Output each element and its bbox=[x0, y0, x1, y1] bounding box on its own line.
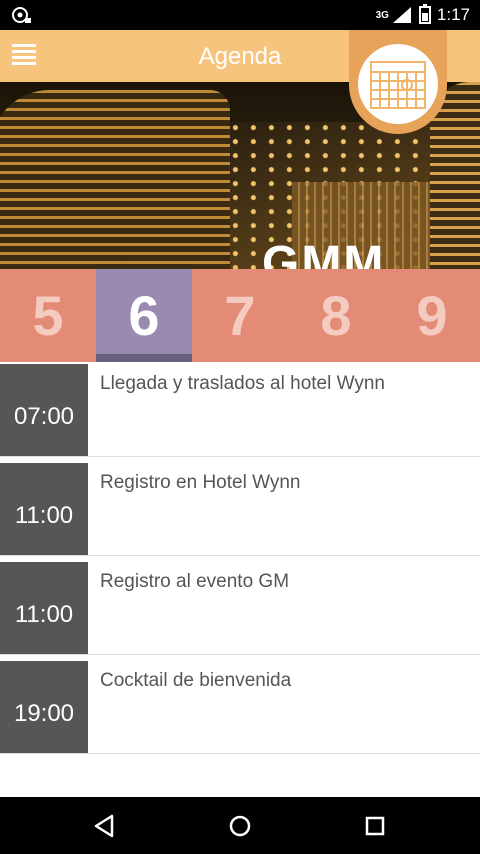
event-title: Registro en Hotel Wynn bbox=[100, 472, 301, 493]
day-tab[interactable]: 9 bbox=[384, 269, 480, 362]
notification-icon bbox=[12, 7, 31, 23]
agenda-item[interactable]: 11:00 Registro en Hotel Wynn bbox=[0, 461, 480, 556]
hero-tower-left bbox=[0, 90, 230, 269]
agenda-item[interactable]: 11:00 Registro al evento GM bbox=[0, 560, 480, 655]
day-tab[interactable]: 5 bbox=[0, 269, 96, 362]
agenda-item[interactable]: 19:00 Cocktail de bienvenida bbox=[0, 659, 480, 754]
status-time: 1:17 bbox=[436, 5, 470, 24]
day-tabs: 5 6 7 8 9 bbox=[0, 269, 480, 362]
event-title: Cocktail de bienvenida bbox=[100, 670, 292, 691]
battery-icon bbox=[418, 4, 431, 24]
event-time: 19:00 bbox=[0, 661, 88, 753]
navigation-bar bbox=[0, 797, 480, 854]
event-time: 11:00 bbox=[0, 463, 88, 555]
status-bar: 3G 1:17 bbox=[0, 0, 480, 30]
calendar-badge[interactable] bbox=[349, 30, 447, 134]
network-label: 3G bbox=[375, 9, 389, 21]
event-title: Llegada y traslados al hotel Wynn bbox=[100, 373, 385, 394]
signal-icon bbox=[392, 7, 411, 23]
day-tab-selected[interactable]: 6 bbox=[96, 269, 192, 362]
calendar-icon bbox=[370, 61, 426, 109]
agenda-item[interactable]: 07:00 Llegada y traslados al hotel Wynn bbox=[0, 362, 480, 457]
hero-sign: GMM bbox=[262, 237, 386, 270]
day-tab[interactable]: 8 bbox=[288, 269, 384, 362]
recents-icon[interactable] bbox=[360, 811, 390, 841]
day-tab[interactable]: 7 bbox=[192, 269, 288, 362]
event-time: 07:00 bbox=[0, 364, 88, 456]
event-time: 11:00 bbox=[0, 562, 88, 654]
back-icon[interactable] bbox=[90, 811, 120, 841]
home-icon[interactable] bbox=[225, 811, 255, 841]
agenda-list: 07:00 Llegada y traslados al hotel Wynn … bbox=[0, 362, 480, 758]
event-title: Registro al evento GM bbox=[100, 571, 290, 592]
